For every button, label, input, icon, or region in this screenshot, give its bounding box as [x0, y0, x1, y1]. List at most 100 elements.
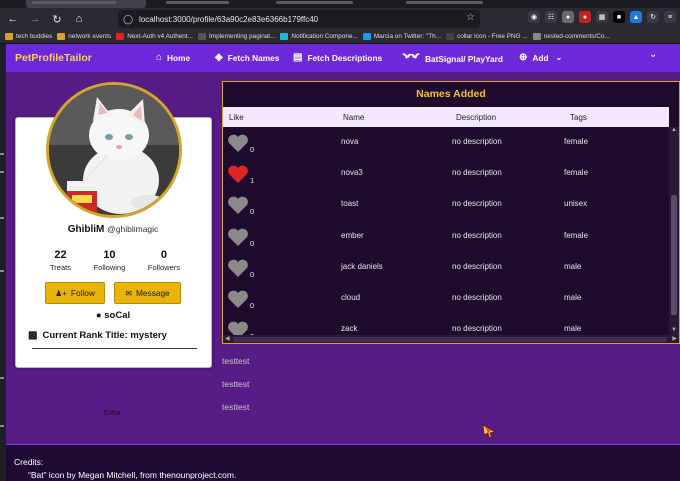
extension-blue-icon[interactable]: ▲: [630, 11, 642, 23]
scroll-left-icon[interactable]: ◀: [225, 335, 230, 342]
gutter-mark: [0, 425, 4, 427]
row-name: zack: [341, 324, 358, 333]
bat-icon: [402, 52, 420, 65]
bookmark-label: Implementing paginat...: [208, 33, 276, 40]
extension-badge-icon[interactable]: ■: [613, 11, 625, 23]
url-text[interactable]: localhost:3000/profile/63a90c2e83e6366b1…: [139, 15, 318, 24]
forward-icon[interactable]: →: [26, 10, 44, 28]
scrollbar-thumb[interactable]: [233, 337, 667, 342]
heart-icon[interactable]: [227, 195, 249, 215]
chevron-down-icon: ⌄: [555, 53, 563, 62]
nav-add-dropdown[interactable]: ⊕ Add ⌄: [519, 52, 562, 63]
nav-home[interactable]: ⌂ Home: [156, 52, 190, 63]
bookmark-item[interactable]: Notification Compone...: [280, 33, 358, 40]
site-icon: [280, 33, 289, 40]
container-icon[interactable]: ▦: [596, 11, 608, 23]
bookmark-label: Notification Compone...: [291, 33, 358, 40]
browser-tab[interactable]: [160, 0, 250, 8]
vertical-scrollbar[interactable]: ▲ ▼: [669, 127, 679, 335]
nav-batsignal[interactable]: BatSignal/ PlayYard: [402, 52, 503, 65]
tab-title-cropped: [406, 1, 483, 4]
like-count: 0: [250, 207, 255, 216]
chevron-down-icon[interactable]: ⌄: [649, 49, 657, 60]
row-name: nova3: [341, 168, 363, 177]
stat-following[interactable]: 10 Following: [94, 249, 126, 272]
names-added-panel: Names Added Like Name Description Tags 0…: [222, 81, 680, 344]
row-name: ember: [341, 231, 364, 240]
nav-fetch-names[interactable]: ◈ Fetch Names: [215, 52, 279, 63]
gutter-mark: [0, 270, 4, 272]
row-description: no description: [452, 324, 502, 333]
like-count: 0: [250, 270, 255, 279]
scrollbar-thumb[interactable]: [671, 195, 677, 315]
bookmark-star-icon[interactable]: ☆: [466, 12, 475, 23]
table-row: 1 nova3 no description female: [223, 158, 669, 189]
browser-tab[interactable]: [270, 0, 380, 8]
scroll-right-icon[interactable]: ▶: [672, 335, 677, 342]
brand-logo[interactable]: PetProfileTailor: [15, 52, 92, 64]
browser-tab[interactable]: [400, 0, 510, 8]
browser-tab-active[interactable]: [26, 0, 146, 8]
top-navigation: PetProfileTailor ⌂ Home ◈ Fetch Names ▤ Fet…: [6, 44, 680, 72]
table-row: 0 ember no description female: [223, 221, 669, 252]
bookmark-item[interactable]: nested-comments/Co...: [532, 33, 610, 40]
profile-location: ● soCal: [6, 310, 220, 321]
bookmark-label: Marcia on Twitter: "Th...: [373, 33, 441, 40]
page-info-icon[interactable]: ◯: [123, 14, 135, 25]
heart-icon[interactable]: [227, 164, 249, 184]
heart-icon[interactable]: [227, 258, 249, 278]
app-root: PetProfileTailor ⌂ Home ◈ Fetch Names ▤ Fet…: [6, 44, 680, 481]
scroll-down-icon[interactable]: ▼: [669, 327, 679, 335]
menu-icon[interactable]: ≡: [664, 11, 676, 23]
github-icon: [532, 33, 541, 40]
gutter-mark: [0, 153, 4, 155]
profile-username-row: GhibliM @ghiblimagic: [6, 224, 220, 235]
stat-followers[interactable]: 0 Followers: [148, 249, 180, 272]
row-name: nova: [341, 137, 359, 146]
bookmark-item[interactable]: network events: [57, 33, 111, 40]
browser-tabstrip: [0, 0, 680, 8]
home-icon: ⌂: [156, 52, 163, 63]
bookmark-item[interactable]: collar Icon - Free PNG ...: [446, 33, 528, 40]
extensions-icon[interactable]: ☷: [545, 11, 557, 23]
map-pin-icon: ●: [95, 310, 102, 321]
extension-icon[interactable]: ●: [562, 11, 574, 23]
row-tags: male: [564, 293, 582, 302]
gutter-mark: [0, 171, 4, 173]
extension-red-icon[interactable]: ●: [579, 11, 591, 23]
pocket-icon[interactable]: ◉: [528, 11, 540, 23]
table-row: 0 zack no description male: [223, 314, 669, 335]
row-tags: female: [564, 231, 589, 240]
scroll-up-icon[interactable]: ▲: [669, 127, 679, 135]
heart-icon[interactable]: [227, 320, 249, 335]
nav-fetch-descriptions[interactable]: ▤ Fetch Descriptions: [293, 52, 382, 63]
bookmark-item[interactable]: Marcia on Twitter: "Th...: [362, 33, 441, 40]
url-bar[interactable]: ◯ localhost:3000/profile/63a90c2e83e6366…: [118, 10, 480, 28]
bookmark-item[interactable]: Implementing paginat...: [197, 33, 276, 40]
tab-title-cropped: [32, 1, 116, 4]
like-count: 0: [250, 145, 255, 154]
stat-value: 10: [103, 249, 116, 261]
reload-icon[interactable]: ↻: [48, 10, 66, 28]
heart-icon[interactable]: [227, 227, 249, 247]
back-icon[interactable]: ←: [4, 10, 22, 28]
heart-icon[interactable]: [227, 133, 249, 153]
bookmark-item[interactable]: Next-Auth v4 Authent...: [116, 33, 193, 40]
location-text: soCal: [104, 310, 131, 321]
message-button[interactable]: ✉ Message: [114, 282, 181, 304]
home-icon[interactable]: ⌂: [70, 10, 88, 28]
follow-button[interactable]: ♟+ Follow: [45, 282, 105, 304]
test-text: testtest: [222, 379, 250, 389]
bookmark-item[interactable]: tech buddies: [5, 33, 52, 40]
ranking-podium-icon: ▩: [28, 330, 38, 341]
extra-label: Extra: [104, 410, 121, 417]
row-tags: male: [564, 262, 582, 271]
horizontal-scrollbar[interactable]: ◀ ▶: [223, 335, 679, 343]
bookmark-label: tech buddies: [16, 33, 53, 40]
column-header-name: Name: [343, 113, 365, 122]
tab-title-cropped: [166, 1, 229, 4]
heart-icon[interactable]: [227, 289, 249, 309]
sync-icon[interactable]: ↻: [647, 11, 659, 23]
nav-add-label: Add: [532, 52, 549, 63]
folder-icon: [57, 33, 66, 40]
